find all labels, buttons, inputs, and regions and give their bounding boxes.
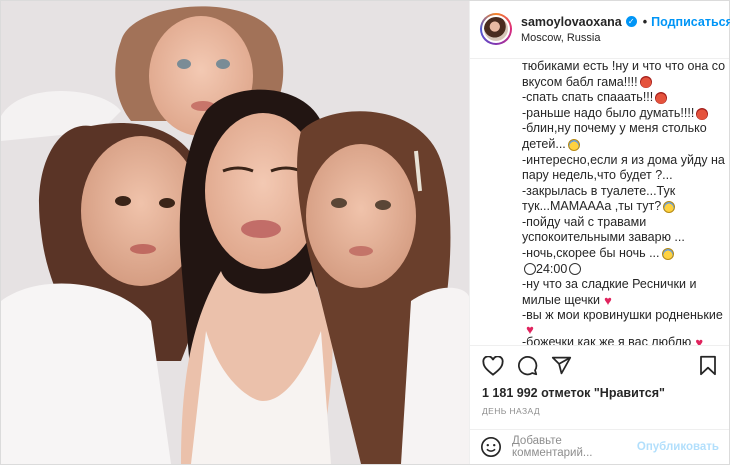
action-bar	[470, 346, 729, 387]
caption-text: -раньше надо было думать!!!!	[522, 105, 695, 120]
devil-emoji-icon	[696, 107, 709, 120]
caption-line: -спать спать спааать!!!	[522, 90, 717, 106]
avatar[interactable]	[480, 13, 512, 46]
caption-text: -интересно,если я из дома уйду на	[522, 152, 725, 167]
clock-emoji-icon	[569, 263, 582, 276]
bookmark-icon[interactable]	[699, 355, 717, 376]
comment-input[interactable]: Добавьте комментарий...	[512, 435, 627, 459]
post-sidebar: samoylovaoxana ✓ • Подписаться Moscow, R…	[470, 1, 730, 464]
username-link[interactable]: samoylovaoxana	[521, 15, 622, 29]
heart-emoji-icon: ♥	[604, 293, 612, 309]
caption-text: -ночь,скорее бы ночь ...	[522, 246, 660, 261]
caption-line: -вы ж мои кровинушки родненькие	[522, 308, 723, 324]
devil-emoji-icon	[655, 91, 668, 104]
caption-text: детей...	[522, 136, 566, 151]
caption-line: -закрылась в туалете...Тук	[522, 184, 717, 200]
caption-line: -интересно,если я из дома уйду на	[522, 153, 725, 169]
location-link[interactable]: Moscow, Russia	[521, 32, 730, 44]
caption-text: тюбиками есть !ну и что что она со	[522, 58, 726, 73]
follow-button[interactable]: Подписаться	[651, 15, 730, 29]
separator-dot: •	[642, 14, 648, 29]
post-header: samoylovaoxana ✓ • Подписаться Moscow, R…	[470, 1, 730, 59]
caption-text: успокоительными заварю ...	[522, 230, 685, 245]
comment-form: Добавьте комментарий... Опубликовать	[470, 429, 729, 464]
caption-text: -закрылась в туалете...Тук	[522, 183, 676, 198]
caption-line: детей...	[522, 137, 717, 153]
caption-line: -божечки как же я вас люблю ♥	[522, 335, 717, 345]
comment-icon[interactable]	[517, 355, 538, 376]
caption-line: -ночь,скорее бы ночь ...	[522, 246, 717, 262]
emoji-icon[interactable]	[480, 436, 502, 458]
caption-text: вкусом бабл гама!!!!	[522, 74, 638, 89]
family-photo-image	[1, 1, 469, 464]
clock-emoji-icon	[524, 263, 536, 276]
caption-line: вкусом бабл гама!!!!	[522, 75, 717, 91]
caption-line: тюбиками есть !ну и что что она со	[522, 59, 725, 75]
devil-emoji-icon	[639, 76, 652, 89]
publish-button[interactable]: Опубликовать	[637, 441, 719, 453]
heart-emoji-icon: ♥	[695, 335, 704, 345]
heart-emoji-icon: ♥	[526, 322, 534, 338]
share-icon[interactable]	[551, 355, 572, 376]
heart-icon[interactable]	[482, 355, 504, 376]
likes-count[interactable]: 1 181 992 отметок "Нравится"	[470, 386, 729, 400]
caption-line: 24:00	[522, 262, 717, 278]
caption-line: ♥	[522, 322, 717, 338]
caption-line: -раньше надо было думать!!!!	[522, 106, 717, 122]
timestamp[interactable]: ДЕНЬ НАЗАД	[470, 400, 729, 429]
post-photo[interactable]	[1, 1, 470, 464]
verified-icon: ✓	[625, 16, 637, 28]
caption-line: успокоительными заварю ...	[522, 230, 717, 246]
caption-text: -пойду чай с травами	[522, 214, 647, 229]
caption-text: -вы ж мои кровинушки родненькие	[522, 308, 723, 323]
post-card: samoylovaoxana ✓ • Подписаться Moscow, R…	[0, 0, 730, 465]
caption-line: -блин,ну почему у меня столько	[522, 121, 717, 137]
caption-line: милые щечки ♥	[522, 293, 717, 309]
caption-line: пару недель,что будет ?...	[522, 168, 717, 184]
caption-text: -ну что за сладкие Реснички и	[522, 277, 697, 292]
caption-line: -пойду чай с травами	[522, 215, 717, 231]
fear-emoji-icon	[567, 138, 580, 151]
caption-text: тук...МАМАААа ,ты тут?	[522, 199, 662, 214]
fear-emoji-icon	[661, 247, 674, 260]
caption-line: -ну что за сладкие Реснички и	[522, 277, 717, 293]
caption-text: -божечки как же я вас люблю	[522, 335, 692, 345]
fear-emoji-icon	[663, 201, 676, 214]
caption-text: пару недель,что будет ?...	[522, 168, 673, 183]
caption-text: милые щечки	[522, 292, 600, 307]
caption: тюбиками есть !ну и что что она со вкусом…	[470, 59, 729, 345]
caption-line: тук...МАМАААа ,ты тут?	[522, 199, 717, 215]
caption-text: -блин,ну почему у меня столько	[522, 121, 707, 136]
caption-text: -спать спать спааать!!!	[522, 90, 654, 105]
caption-text: 24:00	[536, 261, 568, 276]
